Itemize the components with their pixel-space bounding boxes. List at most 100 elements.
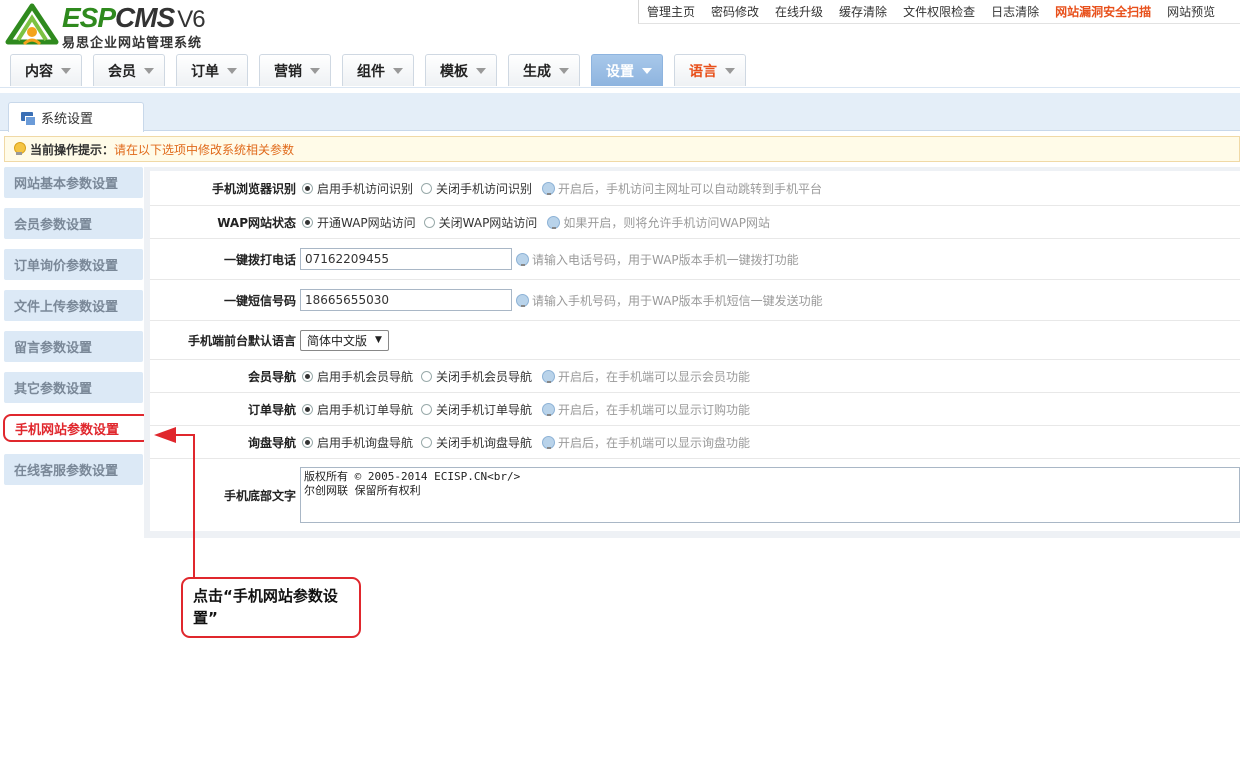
- top-nav: 管理主页 密码修改 在线升级 缓存清除 文件权限检查 日志清除 网站漏洞安全扫描…: [638, 0, 1240, 24]
- row-sms: 一键短信号码 18665655030 请输入手机号码，用于WAP版本手机短信一键…: [150, 280, 1240, 321]
- radio-label: 启用手机订单导航: [317, 402, 414, 417]
- language-select[interactable]: 简体中文版 ▼: [300, 329, 389, 351]
- logo-wordmark: ESPCMS V6: [62, 2, 206, 34]
- chevron-down-icon: [393, 68, 403, 74]
- radio-browser-on[interactable]: [302, 182, 313, 194]
- menu-settings[interactable]: 设置: [591, 54, 663, 86]
- phone-input[interactable]: 07162209455: [300, 248, 512, 270]
- sidebar-item-service[interactable]: 在线客服参数设置: [4, 454, 143, 485]
- row-label: 手机浏览器识别: [211, 181, 296, 196]
- row-member-nav: 会员导航 启用手机会员导航 关闭手机会员导航 开启后，在手机端可以显示会员功能: [150, 360, 1240, 393]
- hint-icon: [516, 252, 529, 266]
- menu-generate[interactable]: 生成: [508, 54, 580, 86]
- annotation-callout: 点击“手机网站参数设置”: [181, 577, 361, 638]
- logo-icon: [5, 3, 59, 46]
- sidebar-item-mobile[interactable]: 手机网站参数设置: [3, 414, 151, 442]
- topnav-security-scan[interactable]: 网站漏洞安全扫描: [1047, 3, 1159, 20]
- menu-member[interactable]: 会员: [93, 54, 165, 86]
- hint-text: 开启后，在手机端可以显示询盘功能: [558, 435, 751, 450]
- hint-icon: [542, 369, 556, 383]
- footer-textarea[interactable]: 版权所有 © 2005-2014 ECISP.CN<br/> 尔创网联 保留所有…: [300, 467, 1240, 523]
- topnav-cache[interactable]: 缓存清除: [831, 3, 895, 20]
- sidebar-item-order[interactable]: 订单询价参数设置: [4, 249, 143, 280]
- lightbulb-icon: [13, 142, 26, 156]
- menu-label: 语言: [689, 63, 717, 80]
- chevron-down-icon: [559, 68, 569, 74]
- sidebar-item-basic[interactable]: 网站基本参数设置: [4, 167, 143, 198]
- radio-member-nav-on[interactable]: [302, 370, 313, 382]
- chevron-down-icon: [144, 68, 154, 74]
- radio-wap-on[interactable]: [302, 216, 313, 228]
- tab-label: 系统设置: [41, 112, 94, 127]
- main-menu: 内容 会员 订单 营销 组件 模板 生成 设置 语言: [0, 52, 1240, 88]
- tab-system-settings[interactable]: 系统设置: [8, 102, 144, 132]
- row-wap-status: WAP网站状态 开通WAP网站访问 关闭WAP网站访问 如果开启，则将允许手机访…: [150, 206, 1240, 239]
- row-label: 一键短信号码: [223, 293, 296, 308]
- topnav-password[interactable]: 密码修改: [703, 3, 767, 20]
- hint-text: 开启后，在手机端可以显示会员功能: [558, 369, 751, 384]
- caret-down-icon: ▼: [375, 335, 382, 345]
- radio-label: 启用手机会员导航: [317, 369, 414, 384]
- radio-label: 关闭手机会员导航: [436, 369, 533, 384]
- topnav-home[interactable]: 管理主页: [639, 3, 703, 20]
- row-label: 手机端前台默认语言: [187, 333, 296, 348]
- chevron-down-icon: [642, 68, 652, 74]
- radio-inquiry-nav-on[interactable]: [302, 436, 313, 448]
- topnav-upgrade[interactable]: 在线升级: [767, 3, 831, 20]
- radio-order-nav-off[interactable]: [421, 403, 433, 415]
- menu-label: 会员: [108, 63, 136, 80]
- radio-label: 关闭WAP网站访问: [438, 215, 538, 230]
- menu-language[interactable]: 语言: [674, 54, 746, 86]
- espcms-logo[interactable]: ESPCMS V6 易思企业网站管理系统: [4, 2, 219, 51]
- hint-icon: [542, 435, 556, 449]
- row-browser-detect: 手机浏览器识别 启用手机访问识别 关闭手机访问识别 开启后，手机访问主网址可以自…: [150, 171, 1240, 206]
- menu-label: 订单: [191, 63, 219, 80]
- row-language: 手机端前台默认语言 简体中文版 ▼: [150, 321, 1240, 360]
- menu-content[interactable]: 内容: [10, 54, 82, 86]
- hint-icon: [542, 402, 556, 416]
- sidebar-item-message[interactable]: 留言参数设置: [4, 331, 143, 362]
- hint-icon: [516, 293, 529, 307]
- row-label: 订单导航: [247, 402, 296, 417]
- sidebar-item-member[interactable]: 会员参数设置: [4, 208, 143, 239]
- logo-version: V6: [177, 6, 205, 33]
- select-value: 简体中文版: [307, 333, 368, 348]
- chevron-down-icon: [227, 68, 237, 74]
- radio-member-nav-off[interactable]: [421, 370, 433, 382]
- content-panel: 手机浏览器识别 启用手机访问识别 关闭手机访问识别 开启后，手机访问主网址可以自…: [144, 167, 1240, 538]
- sidebar-item-other[interactable]: 其它参数设置: [4, 372, 143, 403]
- topnav-log[interactable]: 日志清除: [983, 3, 1047, 20]
- menu-component[interactable]: 组件: [342, 54, 414, 86]
- radio-browser-off[interactable]: [421, 182, 433, 194]
- topnav-preview[interactable]: 网站预览: [1159, 3, 1223, 20]
- tip-label: 当前操作提示：: [30, 142, 115, 157]
- radio-wap-off[interactable]: [423, 216, 435, 228]
- tip-text: 请在以下选项中修改系统相关参数: [114, 142, 295, 157]
- row-label: 一键拨打电话: [223, 252, 296, 267]
- logo-cms: CMS: [115, 2, 175, 33]
- row-label: WAP网站状态: [217, 215, 296, 230]
- menu-marketing[interactable]: 营销: [259, 54, 331, 86]
- row-phone: 一键拨打电话 07162209455 请输入电话号码，用于WAP版本手机一键拨打…: [150, 239, 1240, 280]
- logo-subtitle: 易思企业网站管理系统: [62, 36, 203, 51]
- radio-inquiry-nav-off[interactable]: [421, 436, 433, 448]
- menu-label: 模板: [440, 63, 468, 80]
- header: ESPCMS V6 易思企业网站管理系统 管理主页 密码修改 在线升级 缓存清除 …: [0, 0, 1240, 52]
- radio-label: 关闭手机访问识别: [436, 181, 533, 196]
- annotation-arrow: [154, 427, 195, 583]
- topnav-permission[interactable]: 文件权限检查: [895, 3, 983, 20]
- radio-order-nav-on[interactable]: [302, 403, 313, 415]
- tab-strip: 系统设置: [0, 93, 1240, 132]
- sms-input[interactable]: 18665655030: [300, 289, 512, 311]
- chevron-down-icon: [725, 68, 735, 74]
- menu-template[interactable]: 模板: [425, 54, 497, 86]
- chevron-down-icon: [61, 68, 71, 74]
- row-inquiry-nav: 询盘导航 启用手机询盘导航 关闭手机询盘导航 开启后，在手机端可以显示询盘功能: [150, 426, 1240, 459]
- hint-text: 请输入手机号码，用于WAP版本手机短信一键发送功能: [532, 293, 823, 308]
- menu-label: 营销: [274, 63, 302, 80]
- mobile-settings-form: 手机浏览器识别 启用手机访问识别 关闭手机访问识别 开启后，手机访问主网址可以自…: [150, 171, 1240, 531]
- sidebar-item-upload[interactable]: 文件上传参数设置: [4, 290, 143, 321]
- row-order-nav: 订单导航 启用手机订单导航 关闭手机订单导航 开启后，在手机端可以显示订购功能: [150, 393, 1240, 426]
- menu-order[interactable]: 订单: [176, 54, 248, 86]
- hint-text: 开启后，在手机端可以显示订购功能: [558, 402, 751, 417]
